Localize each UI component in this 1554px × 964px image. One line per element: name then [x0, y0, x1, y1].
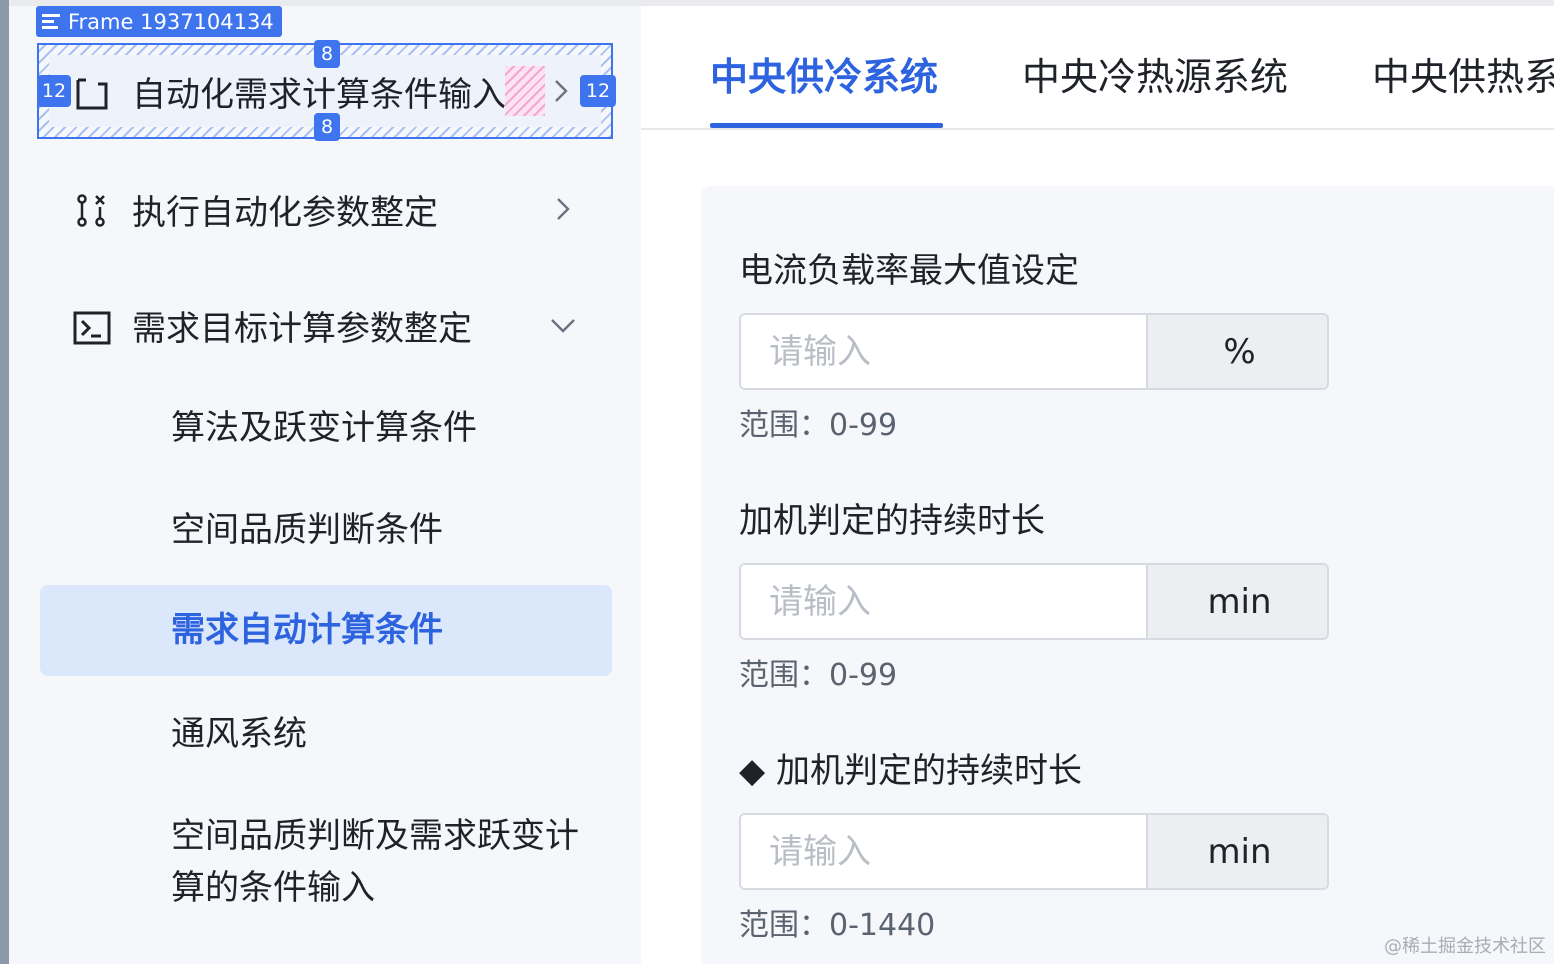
sidebar-item-label: 需求目标计算参数整定 — [132, 308, 472, 349]
frame-label[interactable]: Frame 1937104134 — [36, 6, 282, 37]
sidebar-subitem-label: 算法及跃变计算条件 — [171, 407, 477, 448]
sidebar-subitem-label-line2: 算的条件输入 — [171, 868, 375, 908]
tab-bar: 中央供冷系统 中央冷热源系统 中央供热系统 — [641, 6, 1554, 130]
tab-central-heating[interactable]: 中央供热系统 — [1372, 46, 1554, 101]
field-title-text: 加机判定的持续时长 — [775, 751, 1082, 791]
input-group: % — [739, 313, 1329, 390]
diamond-bullet-icon: ◆ — [739, 751, 766, 791]
sidebar-subitem[interactable]: 算法及跃变计算条件 — [40, 400, 612, 456]
add-unit-duration-input-2[interactable] — [741, 815, 1146, 888]
window-edge — [0, 0, 9, 964]
sidebar-subitem-label: 需求自动计算条件 — [171, 610, 443, 650]
sidebar-subitem-label: 空间品质判断及需求跃变计 — [171, 816, 579, 856]
field-title: 电流负载率最大值设定 — [739, 251, 1079, 291]
bracket-frame-icon — [76, 78, 108, 110]
tab-central-cold-heat-source[interactable]: 中央冷热源系统 — [1022, 46, 1288, 101]
frame-label-text: Frame 1937104134 — [68, 9, 274, 34]
field-title: 加机判定的持续时长 — [739, 501, 1045, 541]
padding-bottom-tag: 8 — [314, 113, 340, 141]
sidebar-item-target-params[interactable]: 需求目标计算参数整定 — [40, 290, 612, 360]
chevron-right-icon — [557, 198, 570, 220]
sidebar-item-exec-params[interactable]: 执行自动化参数整定 — [40, 174, 612, 244]
sidebar-item-label: 执行自动化参数整定 — [132, 192, 438, 233]
range-hint: 范围：0-99 — [739, 408, 898, 443]
current-load-max-input[interactable] — [741, 315, 1146, 388]
sidebar-subitem-active[interactable]: 需求自动计算条件 — [40, 585, 612, 676]
params-icon — [77, 194, 105, 227]
unit-label: min — [1146, 565, 1327, 638]
watermark: @稀土掘金技术社区 — [1384, 936, 1546, 957]
frame-icon — [42, 14, 60, 29]
unit-label: % — [1146, 315, 1327, 388]
chevron-down-icon — [551, 319, 575, 333]
unit-label: min — [1146, 815, 1327, 888]
sidebar-subitem-label: 空间品质判断条件 — [171, 509, 443, 550]
sidebar-subitem[interactable]: 空间品质判断及需求跃变计 算的条件输入 — [40, 808, 612, 918]
range-hint: 范围：0-99 — [739, 658, 898, 693]
padding-right-tag: 12 — [580, 75, 616, 107]
sidebar-subitem[interactable]: 空间品质判断条件 — [40, 502, 612, 558]
sidebar-subitem-label: 通风系统 — [171, 713, 307, 754]
range-hint: 范围：0-1440 — [739, 908, 936, 943]
sidebar-subitem[interactable]: 通风系统 — [40, 706, 612, 762]
terminal-icon — [73, 311, 111, 345]
tab-central-cooling[interactable]: 中央供冷系统 — [710, 46, 938, 101]
chevron-right-icon — [555, 80, 568, 102]
padding-top-tag: 8 — [314, 40, 340, 68]
add-unit-duration-input[interactable] — [741, 565, 1146, 638]
active-tab-indicator — [710, 123, 943, 128]
input-group: min — [739, 563, 1329, 640]
field-title: ◆ 加机判定的持续时长 — [739, 743, 1082, 792]
padding-left-tag: 12 — [37, 75, 71, 107]
input-group: min — [739, 813, 1329, 890]
sidebar-item-label: 自动化需求计算条件输入 — [132, 74, 506, 115]
